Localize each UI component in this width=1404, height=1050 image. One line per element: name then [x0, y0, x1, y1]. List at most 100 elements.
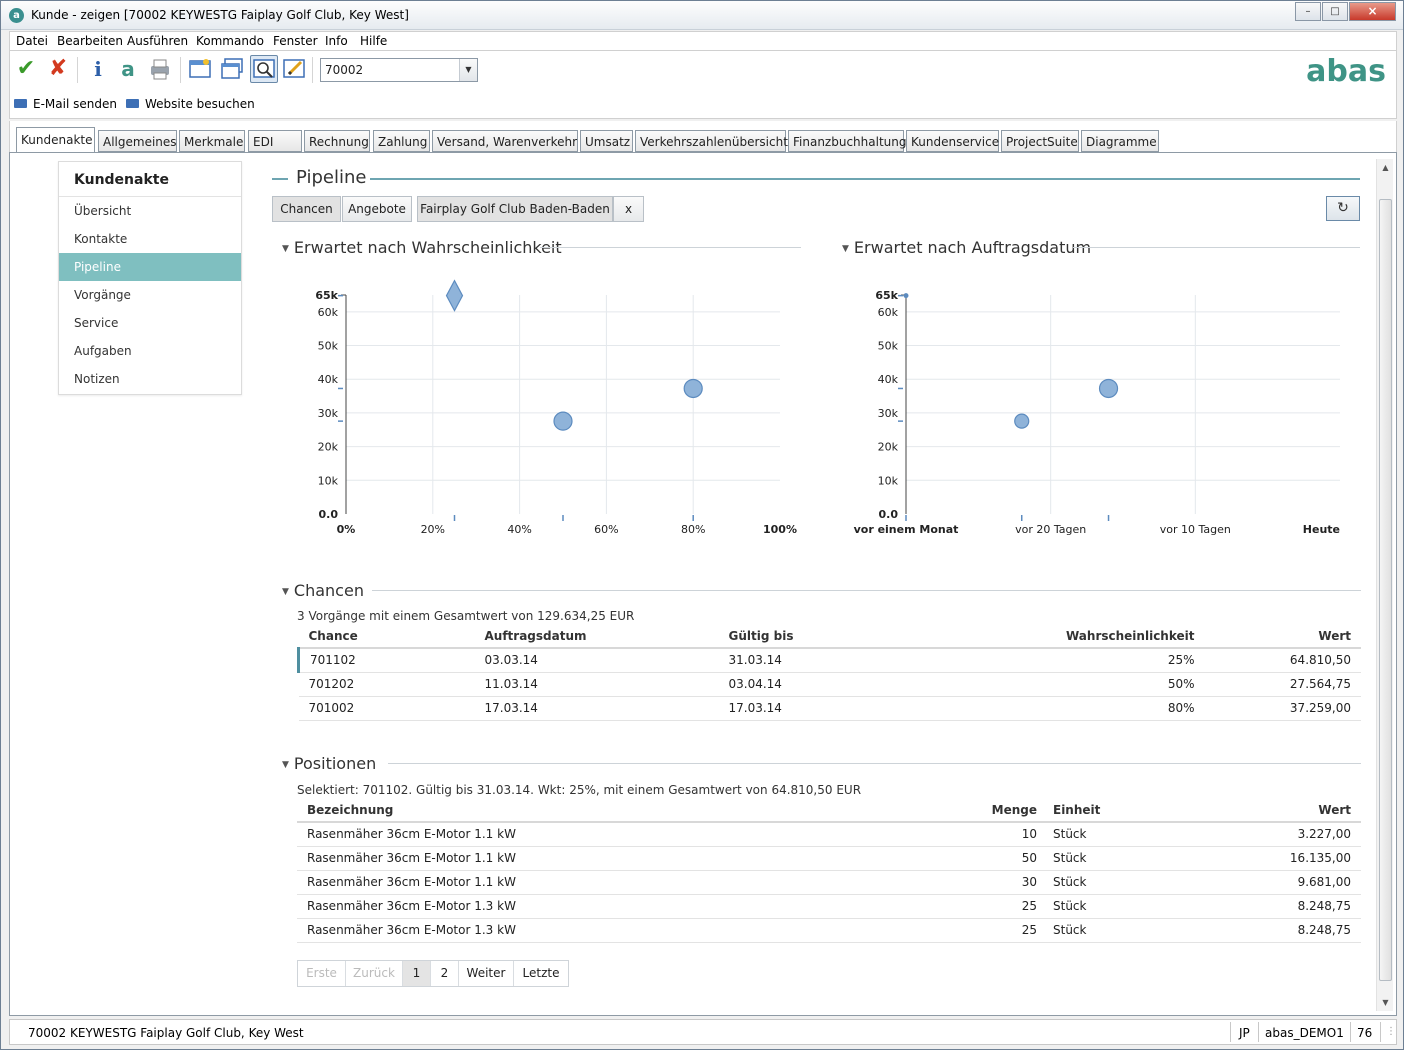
tab-merkmale[interactable]: Merkmale: [179, 130, 245, 152]
menu-bearbeiten[interactable]: Bearbeiten: [57, 34, 123, 48]
edit-pencil-icon[interactable]: [280, 55, 308, 83]
search-magnifier-icon[interactable]: [250, 55, 278, 83]
x-tick-label: Heute: [1303, 523, 1340, 536]
email-send-label: E-Mail senden: [33, 97, 117, 111]
y-tick-label: 60k: [318, 306, 339, 319]
chancen-header-row: Chance Auftragsdatum Gültig bis Wahrsche…: [298, 625, 1361, 649]
cell-wert: 9.681,00: [1167, 870, 1361, 895]
status-client: abas_DEMO1: [1265, 1026, 1344, 1040]
tab-allgemeines[interactable]: Allgemeines: [98, 130, 177, 152]
abas-a-icon[interactable]: a: [114, 55, 142, 83]
sidenav-item-kontakte[interactable]: Kontakte: [59, 225, 241, 253]
tab-rechnung[interactable]: Rechnung: [304, 130, 370, 152]
maximize-icon[interactable]: □: [1322, 2, 1348, 21]
sidenav-item-service[interactable]: Service: [59, 309, 241, 337]
menu-datei[interactable]: Datei: [16, 34, 48, 48]
tab-diagramme[interactable]: Diagramme: [1081, 130, 1159, 152]
tab-kundenservice[interactable]: Kundenservice: [906, 130, 999, 152]
table-row[interactable]: Rasenmäher 36cm E-Motor 1.1 kW 50 Stück …: [297, 846, 1361, 871]
menu-fenster[interactable]: Fenster: [273, 34, 318, 48]
application-window: a Kunde - zeigen [70002 KEYWESTG Faiplay…: [0, 0, 1404, 1050]
filter-clear-button[interactable]: x: [613, 196, 644, 222]
table-row[interactable]: Rasenmäher 36cm E-Motor 1.3 kW 25 Stück …: [297, 918, 1361, 943]
section-line: [272, 178, 288, 180]
tab-zahlung[interactable]: Zahlung: [373, 130, 430, 152]
printer-icon[interactable]: [146, 55, 174, 83]
windows-icon[interactable]: [218, 55, 246, 83]
email-send-link[interactable]: E-Mail senden: [14, 97, 117, 111]
sidenav-item-aufgaben[interactable]: Aufgaben: [59, 337, 241, 365]
col-bezeichnung[interactable]: Bezeichnung: [297, 799, 937, 823]
menu-info[interactable]: Info: [325, 34, 348, 48]
table-row[interactable]: Rasenmäher 36cm E-Motor 1.3 kW 25 Stück …: [297, 894, 1361, 919]
scroll-thumb[interactable]: [1379, 199, 1392, 981]
tab-edi[interactable]: EDI: [248, 130, 302, 152]
tab-finanzbuchhaltung[interactable]: Finanzbuchhaltung: [788, 130, 906, 152]
sidenav-item-vorgaenge[interactable]: Vorgänge: [59, 281, 241, 309]
chancen-header[interactable]: ▼ Chancen: [282, 581, 364, 600]
tab-verkehrszahlenuebersicht[interactable]: Verkehrszahlenübersicht: [635, 130, 788, 152]
scroll-down-icon[interactable]: ▼: [1377, 994, 1394, 1011]
tab-versand-warenverkehr[interactable]: Versand, Warenverkehr: [432, 130, 578, 152]
table-row[interactable]: Rasenmäher 36cm E-Motor 1.1 kW 10 Stück …: [297, 822, 1361, 847]
tab-kundenakte[interactable]: Kundenakte: [16, 127, 95, 153]
menu-ausfuehren[interactable]: Ausführen: [127, 34, 188, 48]
chart1-header[interactable]: ▼ Erwartet nach Wahrscheinlichkeit: [282, 238, 562, 257]
filter-company[interactable]: Fairplay Golf Club Baden-Baden: [417, 196, 613, 222]
pager-prev-button[interactable]: Zurück: [346, 961, 403, 986]
minimize-icon[interactable]: –: [1295, 2, 1321, 21]
x-tick-label: 60%: [594, 523, 618, 536]
cell-einheit: Stück: [1047, 894, 1167, 919]
pager-first-button[interactable]: Erste: [298, 961, 346, 986]
table-row[interactable]: Rasenmäher 36cm E-Motor 1.1 kW 30 Stück …: [297, 870, 1361, 895]
tab-projectsuite[interactable]: ProjectSuite: [1001, 130, 1079, 152]
close-icon[interactable]: ×: [1349, 2, 1396, 21]
refresh-icon[interactable]: ↻: [1326, 196, 1360, 221]
filter-angebote[interactable]: Angebote: [342, 196, 412, 222]
positionen-summary: Selektiert: 701102. Gültig bis 31.03.14.…: [297, 783, 862, 797]
chevron-down-icon[interactable]: ▼: [459, 59, 477, 81]
col-gueltig-bis[interactable]: Gültig bis: [718, 625, 1019, 649]
col-auftragsdatum[interactable]: Auftragsdatum: [474, 625, 719, 649]
info-icon[interactable]: i: [84, 55, 112, 83]
cancel-x-icon[interactable]: ✘: [44, 55, 72, 83]
table-row[interactable]: 701202 11.03.14 03.04.14 50% 27.564,75: [298, 672, 1361, 697]
vertical-scrollbar[interactable]: ▲ ▼: [1376, 159, 1393, 1011]
scroll-up-icon[interactable]: ▲: [1377, 159, 1394, 176]
col-menge[interactable]: Menge: [937, 799, 1047, 823]
sidenav-item-notizen[interactable]: Notizen: [59, 365, 241, 393]
website-visit-link[interactable]: Website besuchen: [126, 97, 255, 111]
toolbar-separator: [77, 57, 78, 83]
pager-page-2[interactable]: 2: [431, 961, 459, 986]
resize-grip-icon[interactable]: ⋮: [1386, 1026, 1396, 1037]
chart2-header[interactable]: ▼ Erwartet nach Auftragsdatum: [842, 238, 1091, 257]
pager-page-1[interactable]: 1: [403, 961, 431, 986]
sidenav-item-uebersicht[interactable]: Übersicht: [59, 197, 241, 225]
positionen-header[interactable]: ▼ Positionen: [282, 754, 376, 773]
y-tick-label: 20k: [318, 441, 339, 454]
sidenav-item-pipeline[interactable]: Pipeline: [59, 253, 241, 281]
positionen-table: Bezeichnung Menge Einheit Wert Rasenmähe…: [297, 799, 1361, 943]
check-icon[interactable]: ✔: [12, 55, 40, 83]
cell-menge: 50: [937, 846, 1047, 871]
table-row[interactable]: 701102 03.03.14 31.03.14 25% 64.810,50: [297, 648, 1361, 673]
cell-wahrscheinlichkeit: 80%: [1018, 696, 1205, 721]
filter-chancen[interactable]: Chancen: [272, 196, 341, 222]
cell-wert: 8.248,75: [1167, 918, 1361, 943]
new-window-icon[interactable]: [186, 55, 214, 83]
menu-kommando[interactable]: Kommando: [196, 34, 264, 48]
pager-last-button[interactable]: Letzte: [514, 961, 568, 986]
search-graphic: [253, 59, 275, 78]
col-einheit[interactable]: Einheit: [1047, 799, 1167, 823]
col-wahrscheinlichkeit[interactable]: Wahrscheinlichkeit: [1018, 625, 1205, 649]
col-wert[interactable]: Wert: [1204, 625, 1361, 649]
record-combobox[interactable]: 70002 ▼: [320, 58, 478, 82]
positionen-title: Positionen: [293, 754, 377, 773]
table-row[interactable]: 701002 17.03.14 17.03.14 80% 37.259,00: [298, 696, 1361, 721]
col-chance[interactable]: Chance: [298, 625, 475, 649]
tab-umsatz[interactable]: Umsatz: [580, 130, 633, 152]
menu-hilfe[interactable]: Hilfe: [360, 34, 387, 48]
printer-graphic: [151, 59, 169, 80]
col-wert[interactable]: Wert: [1167, 799, 1361, 823]
pager-next-button[interactable]: Weiter: [459, 961, 514, 986]
